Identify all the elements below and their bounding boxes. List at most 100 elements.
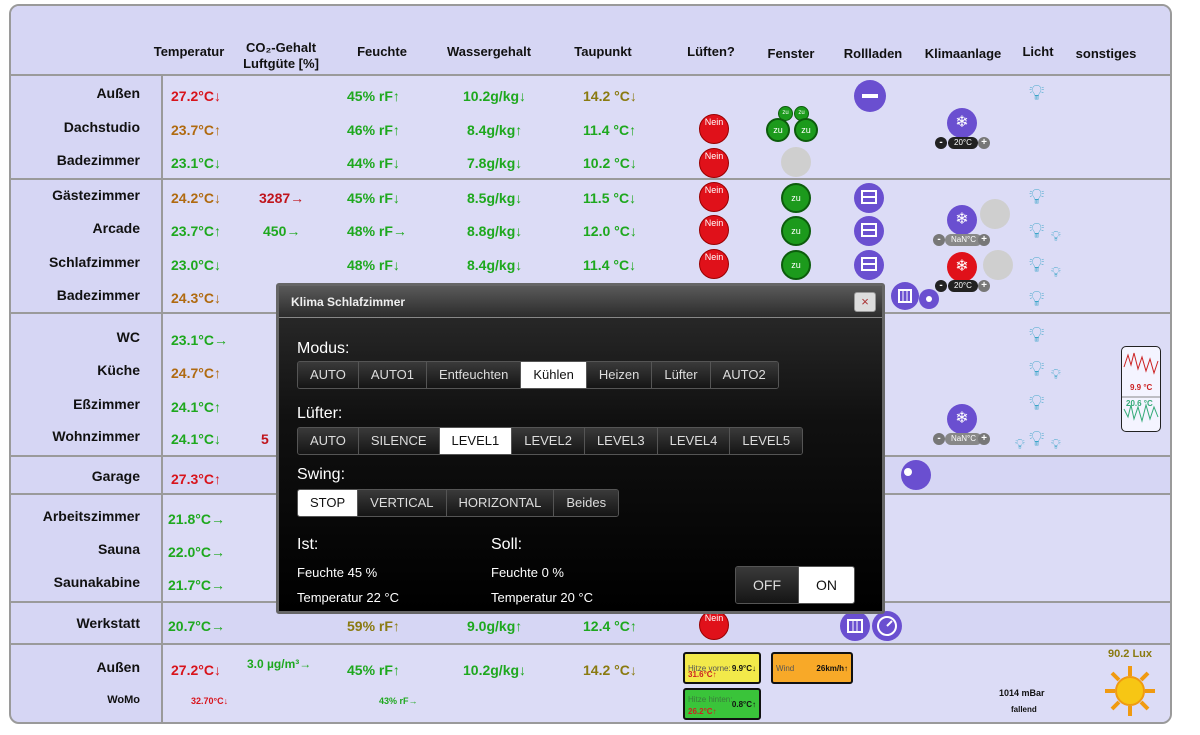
wifi-badezimmer-icon[interactable] [919, 289, 939, 309]
header-wassergehalt: Wassergehalt [446, 44, 532, 59]
dialog-close-button[interactable]: × [854, 292, 876, 312]
klima-schlafzimmer-status[interactable] [983, 250, 1013, 280]
garage-tor-icon[interactable] [901, 460, 931, 490]
licht-arcade-icon[interactable]: 💡︎ [1029, 218, 1044, 244]
lueften-gaestezimmer[interactable]: Nein [699, 182, 729, 212]
taupunkt-schlafzimmer: 11.4 °C↓ [583, 257, 637, 273]
rollladen-schlafzimmer-icon[interactable] [854, 250, 884, 280]
luefter-option-silence[interactable]: SILENCE [358, 428, 440, 454]
room-garage: Garage [91, 468, 140, 484]
modus-option-auto2[interactable]: AUTO2 [710, 362, 778, 388]
licht-wohnzimmer-2-icon[interactable]: 💡︎ [1029, 426, 1044, 452]
room-schlafzimmer: Schlafzimmer [48, 254, 140, 270]
room-arcade: Arcade [92, 220, 140, 236]
klima-arcade-minus[interactable]: - [933, 234, 945, 246]
luefter-option-auto[interactable]: AUTO [298, 428, 359, 454]
lueften-schlafzimmer[interactable]: Nein [699, 249, 729, 279]
feuchte-dachstudio: 46% rF↑ [347, 122, 400, 138]
fenster-badezimmer[interactable] [781, 147, 811, 177]
fenster-dachstudio-4[interactable]: zu [794, 118, 818, 142]
klima-dachstudio-plus[interactable]: + [978, 137, 990, 149]
feuchte-badezimmer: 44% rF↓ [347, 155, 400, 171]
room-gaestezimmer: Gästezimmer [52, 187, 140, 203]
fenster-gaestezimmer[interactable]: zu [781, 183, 811, 213]
wasser-schlafzimmer: 8.4g/kg↓ [467, 257, 523, 273]
header-licht: Licht [1022, 44, 1054, 59]
temperature-sparkline[interactable]: 9.9 °C 20.6 °C [1121, 346, 1161, 432]
licht-gaestezimmer-icon[interactable]: 💡︎ [1029, 184, 1044, 210]
klima-dachstudio-icon[interactable]: ❄ [947, 108, 977, 138]
temp-schlafzimmer: 23.0°C↓ [171, 257, 221, 273]
lux-value: 90.2 Lux [1108, 648, 1153, 660]
rollladen-gaestezimmer-icon[interactable] [854, 183, 884, 213]
licht-kueche-icon[interactable]: 💡︎ [1029, 356, 1044, 382]
lueften-badezimmer[interactable]: Nein [699, 148, 729, 178]
klima-wohnzimmer-plus[interactable]: + [978, 433, 990, 445]
sensor-hitze-hinten[interactable]: Hitze hinten: 0.8°C↑ 26.2°C↑ [683, 688, 761, 720]
klima-wohnzimmer-icon[interactable]: ❄ [947, 404, 977, 434]
modus-option-auto1[interactable]: AUTO1 [358, 362, 427, 388]
licht-kueche-2-icon[interactable]: 💡︎ [1051, 366, 1061, 383]
licht-esszimmer-icon[interactable]: 💡︎ [1029, 390, 1044, 416]
licht-schlafzimmer-2-icon[interactable]: 💡︎ [1051, 264, 1061, 281]
rollladen-arcade-icon[interactable] [854, 216, 884, 246]
fenster-arcade[interactable]: zu [781, 216, 811, 246]
fenster-dachstudio-3[interactable]: zu [766, 118, 790, 142]
licht-wohnzimmer-3-icon[interactable]: 💡︎ [1051, 436, 1061, 453]
sun-icon [1103, 664, 1157, 718]
fenster-schlafzimmer[interactable]: zu [781, 250, 811, 280]
licht-wc-icon[interactable]: 💡︎ [1029, 322, 1044, 348]
klima-wohnzimmer-minus[interactable]: - [933, 433, 945, 445]
modus-option-heizen[interactable]: Heizen [586, 362, 653, 388]
co2-aussen-2: 3.0 µg/m³→ [247, 657, 312, 671]
licht-aussen-icon[interactable]: 💡︎ [1029, 80, 1044, 106]
room-werkstatt: Werkstatt [76, 615, 140, 631]
room-kueche: Küche [97, 362, 140, 378]
luefter-option-level4[interactable]: LEVEL4 [657, 428, 731, 454]
luefter-option-level3[interactable]: LEVEL3 [584, 428, 658, 454]
klima-dialog: Klima Schlafzimmer × Modus: AUTO AUTO1 Ent… [276, 283, 885, 614]
room-wc: WC [116, 329, 140, 345]
co2-wohnzimmer: 5 [261, 431, 269, 447]
feuchte-aussen-2: 45% rF↑ [347, 662, 400, 678]
room-womo: WoMo [107, 694, 140, 706]
licht-schlafzimmer-icon[interactable]: 💡︎ [1029, 252, 1044, 278]
licht-arcade-2-icon[interactable]: 💡︎ [1051, 228, 1061, 245]
luefter-option-level5[interactable]: LEVEL5 [730, 428, 803, 454]
klima-arcade-plus[interactable]: + [978, 234, 990, 246]
power-off-button[interactable]: OFF [736, 567, 799, 603]
modus-option-entfeuchten[interactable]: Entfeuchten [427, 362, 522, 388]
licht-wohnzimmer-1-icon[interactable]: 💡︎ [1015, 436, 1025, 453]
power-on-button[interactable]: ON [799, 567, 854, 603]
sensor-hitze-vorne[interactable]: Hitze vorne: 9.9°C↓ 31.6°C↑ [683, 652, 761, 684]
swing-option-stop[interactable]: STOP [298, 490, 359, 516]
swing-option-horizontal[interactable]: HORIZONTAL [446, 490, 555, 516]
rollladen-aussen-icon[interactable] [854, 80, 886, 112]
lueften-dachstudio[interactable]: Nein [699, 114, 729, 144]
klima-dachstudio-minus[interactable]: - [935, 137, 947, 149]
licht-badezimmer-icon[interactable]: 💡︎ [1029, 286, 1044, 312]
klima-schlafzimmer-plus[interactable]: + [978, 280, 990, 292]
luefter-option-level2[interactable]: LEVEL2 [512, 428, 585, 454]
heizung-werkstatt-icon[interactable] [840, 611, 870, 641]
lueften-arcade[interactable]: Nein [699, 215, 729, 245]
klima-arcade-icon[interactable]: ❄ [947, 205, 977, 235]
room-arbeitszimmer: Arbeitszimmer [42, 508, 140, 524]
heizung-badezimmer-icon[interactable] [891, 282, 919, 310]
gauge-werkstatt-icon[interactable] [872, 611, 902, 641]
lueften-werkstatt[interactable]: Nein [699, 610, 729, 640]
soll-label: Soll: [491, 536, 523, 553]
klima-schlafzimmer-minus[interactable]: - [935, 280, 947, 292]
klima-arcade-status[interactable] [980, 199, 1010, 229]
swing-option-beides[interactable]: Beides [554, 490, 619, 516]
modus-option-kühlen[interactable]: Kühlen [521, 362, 587, 388]
room-esszimmer: Eßzimmer [73, 396, 140, 412]
luefter-option-level1[interactable]: LEVEL1 [439, 428, 513, 454]
header-klimaanlage: Klimaanlage [924, 46, 1002, 61]
sensor-wind[interactable]: Wind 26km/h↑ [771, 652, 853, 684]
modus-option-auto[interactable]: AUTO [298, 362, 359, 388]
header-feuchte: Feuchte [357, 44, 407, 59]
modus-option-lüfter[interactable]: Lüfter [652, 362, 711, 388]
swing-option-vertical[interactable]: VERTICAL [358, 490, 447, 516]
klima-schlafzimmer-icon[interactable]: ❄ [947, 252, 977, 282]
